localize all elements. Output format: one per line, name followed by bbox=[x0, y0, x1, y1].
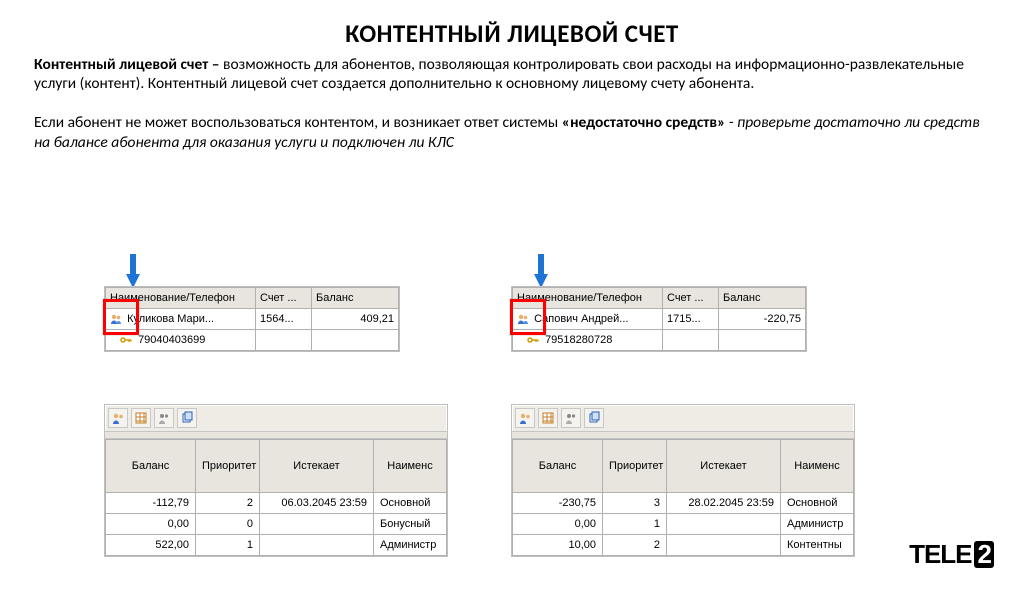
sub-name: Сапович Андрей... bbox=[534, 313, 628, 325]
table-row[interactable]: -112,79 2 06.03.2045 23:59 Основной bbox=[106, 493, 447, 514]
col-acct[interactable]: Счет ... bbox=[663, 288, 719, 309]
col-priority[interactable]: Приоритет bbox=[196, 440, 260, 493]
subscriber-table-a: Наименование/Телефон Счет ... Баланс Кул… bbox=[105, 287, 399, 351]
col-name[interactable]: Наименс bbox=[781, 440, 854, 493]
table-row[interactable]: 0,00 0 Бонусный bbox=[106, 514, 447, 535]
highlight-box-b bbox=[510, 299, 546, 335]
copy-icon[interactable] bbox=[584, 408, 604, 428]
logo-number: 2 bbox=[974, 541, 994, 568]
intro-text: Контентный лицевой счет – возможность дл… bbox=[34, 55, 990, 152]
table-row[interactable]: Куликова Мари... 1564... 409,21 bbox=[106, 309, 399, 330]
subscriber-panel-b: Наименование/Телефон Счет ... Баланс Сап… bbox=[511, 286, 807, 352]
col-balance[interactable]: Баланс bbox=[106, 440, 196, 493]
col-expires[interactable]: Истекает bbox=[667, 440, 781, 493]
sub-bal: 409,21 bbox=[312, 309, 399, 330]
col-priority[interactable]: Приоритет bbox=[603, 440, 667, 493]
table-row[interactable]: 79518280728 bbox=[513, 330, 806, 351]
people-icon[interactable] bbox=[515, 408, 535, 428]
col-expires[interactable]: Истекает bbox=[260, 440, 374, 493]
toolbar-b bbox=[512, 405, 854, 432]
sub-acct: 1564... bbox=[256, 309, 312, 330]
copy-icon[interactable] bbox=[177, 408, 197, 428]
table-row[interactable]: -230,75 3 28.02.2045 23:59 Основной bbox=[513, 493, 854, 514]
key-icon bbox=[120, 334, 132, 346]
grid-icon[interactable] bbox=[538, 408, 558, 428]
highlight-box-a bbox=[103, 299, 139, 335]
col-name[interactable]: Наименс bbox=[374, 440, 447, 493]
subscriber-table-b: Наименование/Телефон Счет ... Баланс Сап… bbox=[512, 287, 806, 351]
intro-body2c: - bbox=[725, 113, 737, 132]
col-bal[interactable]: Баланс bbox=[719, 288, 806, 309]
table-row[interactable]: 522,00 1 Администр bbox=[106, 535, 447, 556]
intro-body2b: «недостаточно средств» bbox=[562, 113, 726, 132]
tele2-logo: TELE2 bbox=[909, 539, 994, 570]
table-row[interactable]: 0,00 1 Администр bbox=[513, 514, 854, 535]
sub-bal: -220,75 bbox=[719, 309, 806, 330]
sub-name: Куликова Мари... bbox=[127, 313, 214, 325]
balance-table-a: Баланс Приоритет Истекает Наименс -112,7… bbox=[105, 439, 447, 556]
page-title: КОНТЕНТНЫЙ ЛИЦЕВОЙ СЧЕТ bbox=[0, 18, 1024, 49]
subscriber-panel-a: Наименование/Телефон Счет ... Баланс Кул… bbox=[104, 286, 400, 352]
col-bal[interactable]: Баланс bbox=[312, 288, 399, 309]
sub-phone: 79518280728 bbox=[545, 334, 612, 346]
sub-acct: 1715... bbox=[663, 309, 719, 330]
intro-body2a: Если абонент не может воспользоваться ко… bbox=[34, 113, 562, 132]
sub-phone: 79040403699 bbox=[138, 334, 205, 346]
toolbar-a bbox=[105, 405, 447, 432]
col-acct[interactable]: Счет ... bbox=[256, 288, 312, 309]
people2-icon[interactable] bbox=[561, 408, 581, 428]
balance-panel-b: Баланс Приоритет Истекает Наименс -230,7… bbox=[511, 404, 855, 557]
table-row[interactable]: Сапович Андрей... 1715... -220,75 bbox=[513, 309, 806, 330]
table-row[interactable]: 10,00 2 Контентны bbox=[513, 535, 854, 556]
key-icon bbox=[527, 334, 539, 346]
intro-lead: Контентный лицевой счет – bbox=[34, 55, 220, 74]
people-icon[interactable] bbox=[108, 408, 128, 428]
logo-text: TELE bbox=[909, 539, 971, 569]
balance-panel-a: Баланс Приоритет Истекает Наименс -112,7… bbox=[104, 404, 448, 557]
table-row[interactable]: 79040403699 bbox=[106, 330, 399, 351]
grid-icon[interactable] bbox=[131, 408, 151, 428]
balance-table-b: Баланс Приоритет Истекает Наименс -230,7… bbox=[512, 439, 854, 556]
col-balance[interactable]: Баланс bbox=[513, 440, 603, 493]
people2-icon[interactable] bbox=[154, 408, 174, 428]
